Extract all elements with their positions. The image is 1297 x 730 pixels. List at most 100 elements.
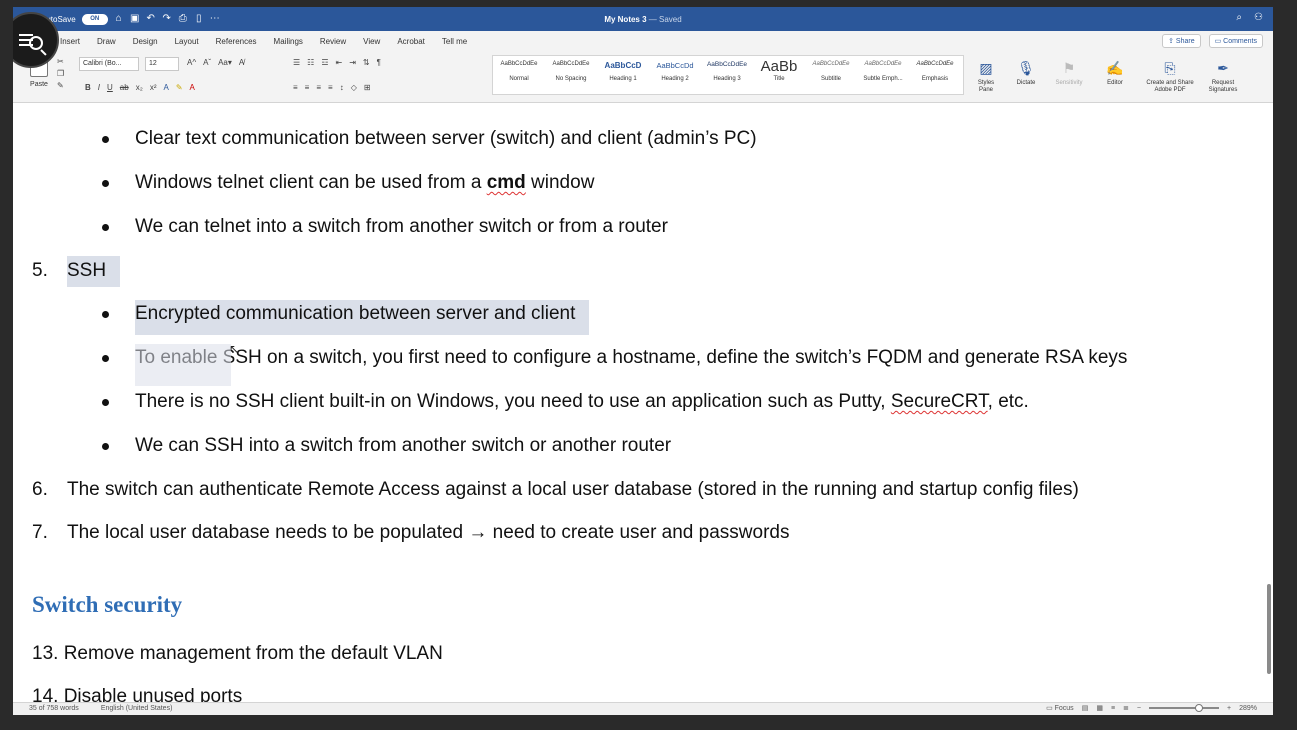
align-left-icon[interactable]: ≡ xyxy=(293,83,298,92)
editor-button[interactable]: ✍ Editor xyxy=(1101,59,1129,87)
tab-insert[interactable]: Insert xyxy=(60,37,80,46)
focus-button[interactable]: ▭ Focus xyxy=(1046,704,1074,712)
align-center-icon[interactable]: ≡ xyxy=(305,83,310,92)
subscript-icon[interactable]: x₂ xyxy=(136,83,143,92)
paragraph: To enable SSH on a switch, you first nee… xyxy=(135,347,1128,368)
increase-indent-icon[interactable]: ⇥ xyxy=(349,58,356,67)
editor-pen-icon: ✍ xyxy=(1106,60,1124,76)
request-signatures-button[interactable]: ✒ Request Signatures xyxy=(1203,59,1243,94)
multilevel-list-icon[interactable]: ☲ xyxy=(321,58,328,67)
vertical-scrollbar[interactable] xyxy=(1267,584,1271,674)
styles-pane-button[interactable]: ▨ Styles Pane xyxy=(973,59,999,94)
save-icon[interactable]: ▣ xyxy=(130,14,140,24)
tab-view[interactable]: View xyxy=(363,37,380,46)
style-emphasis[interactable]: AaBbCcDdEe Emphasis xyxy=(909,56,961,94)
tab-layout[interactable]: Layout xyxy=(175,37,199,46)
redo-icon[interactable]: ↷ xyxy=(162,14,172,24)
tab-draw[interactable]: Draw xyxy=(97,37,116,46)
saved-status: — Saved xyxy=(648,14,682,24)
search-icon[interactable]: ⌕ xyxy=(1236,12,1242,23)
new-doc-icon[interactable]: ▯ xyxy=(194,14,204,24)
strikethrough-icon[interactable]: ab xyxy=(120,83,129,92)
font-color-icon[interactable]: A xyxy=(190,83,195,92)
clear-format-icon[interactable]: A̸ xyxy=(239,58,244,67)
style-subtle-emph[interactable]: AaBbCcDdEe Subtle Emph... xyxy=(857,56,909,94)
word-window: AutoSave ON ⌂ ▣ ↶ ↷ ⎙ ▯ ⋯ My Notes 3 — S… xyxy=(13,7,1273,715)
undo-icon[interactable]: ↶ xyxy=(146,14,156,24)
style-subtitle[interactable]: AaBbCcDdEe Subtitle xyxy=(805,56,857,94)
justify-icon[interactable]: ≡ xyxy=(328,83,333,92)
tab-acrobat[interactable]: Acrobat xyxy=(397,37,425,46)
style-heading-2[interactable]: AaBbCcDd Heading 2 xyxy=(649,56,701,94)
autosave-toggle[interactable]: ON xyxy=(81,13,108,25)
cut-icon[interactable]: ✂ xyxy=(57,57,64,66)
style-title[interactable]: AaBb Title xyxy=(753,56,805,94)
list-item: 14. Disable unused ports xyxy=(32,686,243,702)
numbering-icon[interactable]: ☷ xyxy=(307,58,314,67)
style-heading-1[interactable]: AaBbCcD Heading 1 xyxy=(597,56,649,94)
outline-view-icon[interactable]: ≡ xyxy=(1111,705,1115,712)
language-indicator[interactable]: English (United States) xyxy=(101,705,173,712)
bullets-icon[interactable]: ☰ xyxy=(293,58,300,67)
web-layout-icon[interactable]: ▦ xyxy=(1096,704,1103,712)
print-icon[interactable]: ⎙ xyxy=(178,14,188,24)
bullet xyxy=(102,443,109,450)
section-heading: Switch security xyxy=(32,592,183,617)
paragraph-marks-icon[interactable]: ¶ xyxy=(377,58,381,67)
shrink-font-icon[interactable]: Aˇ xyxy=(203,58,211,67)
zoom-slider-thumb[interactable] xyxy=(1194,704,1203,712)
tab-references[interactable]: References xyxy=(216,37,257,46)
borders-icon[interactable]: ⊞ xyxy=(364,83,371,92)
style-normal[interactable]: AaBbCcDdEe Normal xyxy=(493,56,545,94)
underline-icon[interactable]: U xyxy=(107,83,113,92)
italic-icon[interactable]: I xyxy=(98,83,100,92)
zoom-level[interactable]: 289% xyxy=(1239,705,1257,712)
superscript-icon[interactable]: x² xyxy=(150,83,157,92)
line-spacing-icon[interactable]: ↕ xyxy=(340,83,344,92)
ribbon-tabs: Insert Draw Design Layout References Mailings… xyxy=(13,31,1273,51)
paragraph: Windows telnet client can be used from a… xyxy=(135,172,595,193)
draft-view-icon[interactable]: ≣ xyxy=(1123,704,1129,712)
font-name-select[interactable]: Calibri (Bo... xyxy=(79,57,139,71)
zoom-in-icon[interactable]: + xyxy=(1227,705,1231,712)
bullet xyxy=(102,399,109,406)
font-size-select[interactable]: 12 xyxy=(145,57,179,71)
create-share-pdf-button[interactable]: ⎘ Create and Share Adobe PDF xyxy=(1139,59,1201,94)
share-people-icon[interactable]: ⚇ xyxy=(1254,12,1263,23)
dictate-button[interactable]: 🎙 Dictate xyxy=(1011,59,1041,87)
print-layout-icon[interactable]: ▤ xyxy=(1082,704,1089,712)
more-icon[interactable]: ⋯ xyxy=(210,14,220,24)
format-painter-icon[interactable]: ✎ xyxy=(57,81,64,90)
tab-design[interactable]: Design xyxy=(133,37,158,46)
style-heading-3[interactable]: AaBbCcDdEe Heading 3 xyxy=(701,56,753,94)
zoom-slider[interactable] xyxy=(1149,704,1219,712)
style-sample: AaBbCcDd xyxy=(656,61,694,70)
change-case-icon[interactable]: Aa▾ xyxy=(218,58,232,67)
cmd-word: cmd xyxy=(486,172,526,193)
sensitivity-button[interactable]: ⚑ Sensitivity xyxy=(1049,59,1089,87)
tab-review[interactable]: Review xyxy=(320,37,346,46)
align-right-icon[interactable]: ≡ xyxy=(316,83,321,92)
decrease-indent-icon[interactable]: ⇤ xyxy=(336,58,343,67)
comments-button[interactable]: ▭ Comments xyxy=(1208,34,1263,48)
grow-font-icon[interactable]: A^ xyxy=(187,58,196,67)
list-item-ssh: SSH xyxy=(67,256,121,287)
style-sample: AaBbCcDdEe xyxy=(500,61,538,67)
word-count[interactable]: 35 of 758 words xyxy=(29,705,79,712)
shading-icon[interactable]: ◇ xyxy=(351,83,357,92)
copy-icon[interactable]: ❐ xyxy=(57,69,64,78)
zoom-out-icon[interactable]: − xyxy=(1137,705,1141,712)
style-no-spacing[interactable]: AaBbCcDdEe No Spacing xyxy=(545,56,597,94)
highlight-icon[interactable]: ✎ xyxy=(176,83,183,92)
paragraph: We can telnet into a switch from another… xyxy=(135,216,668,237)
document-body[interactable]: Clear text communication between server … xyxy=(13,104,1273,702)
tab-tell-me[interactable]: Tell me xyxy=(442,37,467,46)
tab-mailings[interactable]: Mailings xyxy=(274,37,303,46)
sort-icon[interactable]: ⇅ xyxy=(363,58,370,67)
home-icon[interactable]: ⌂ xyxy=(114,14,124,24)
pdf-icon: ⎘ xyxy=(1164,60,1176,76)
style-name: Normal xyxy=(509,76,529,82)
share-button[interactable]: ⇪ Share xyxy=(1162,34,1201,48)
text-effects-icon[interactable]: A xyxy=(163,83,168,92)
bold-icon[interactable]: B xyxy=(85,83,91,92)
